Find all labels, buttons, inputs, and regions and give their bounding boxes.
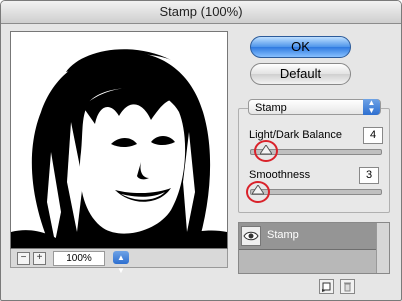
new-layer-icon — [322, 282, 331, 292]
plus-icon: + — [36, 252, 43, 263]
default-button[interactable]: Default — [250, 63, 351, 85]
ok-button[interactable]: OK — [250, 36, 351, 58]
effect-layers-list: Stamp — [238, 222, 390, 274]
visibility-toggle[interactable] — [241, 226, 261, 246]
zoom-bar: − + 100% ▲ ▼ — [10, 249, 228, 275]
layer-name: Stamp — [267, 229, 299, 241]
filter-select-value: Stamp — [255, 102, 287, 114]
highlight-circle — [254, 140, 278, 162]
highlight-circle — [246, 181, 270, 203]
filter-preview[interactable] — [10, 31, 228, 249]
filter-select[interactable]: Stamp ▲ ▼ — [248, 99, 381, 115]
light-dark-balance-field[interactable]: 4 — [363, 127, 383, 144]
zoom-in-button[interactable]: + — [33, 252, 46, 265]
select-arrows-icon: ▲ ▼ — [363, 99, 380, 115]
trash-icon — [344, 282, 351, 292]
layers-scrollbar[interactable] — [376, 223, 389, 273]
smoothness-label: Smoothness — [249, 169, 311, 181]
window-title: Stamp (100%) — [1, 1, 401, 24]
zoom-level-field[interactable]: 100% — [53, 251, 105, 266]
zoom-dropdown-button[interactable]: ▲ ▼ — [113, 251, 129, 275]
layer-row[interactable]: Stamp — [239, 223, 389, 250]
minus-icon: − — [20, 252, 27, 263]
filter-dialog: Stamp (100%) − + 100% ▲ ▼ OK Default Sta… — [0, 0, 402, 301]
delete-effect-layer-button[interactable] — [340, 279, 355, 294]
smoothness-field[interactable]: 3 — [359, 167, 379, 184]
stamp-preview-image — [11, 32, 227, 248]
new-effect-layer-button[interactable] — [319, 279, 334, 294]
up-down-arrows-icon: ▲ ▼ — [117, 253, 125, 275]
zoom-out-button[interactable]: − — [17, 252, 30, 265]
eye-icon — [243, 231, 259, 241]
